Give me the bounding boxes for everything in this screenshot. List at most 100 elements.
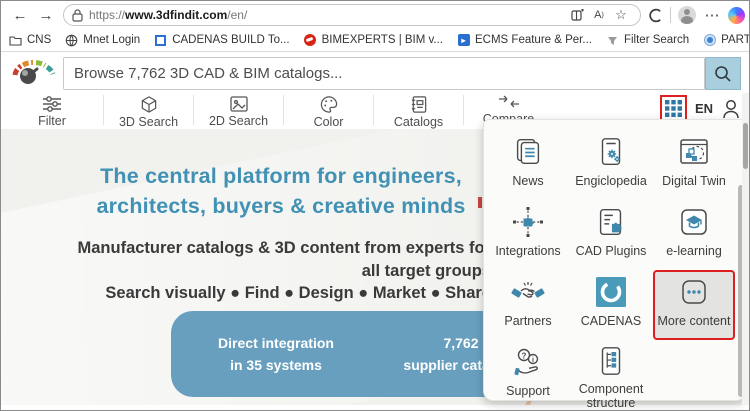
menu-item-support[interactable]: ?i Support [487,340,569,410]
bookmark-bimexperts[interactable]: BIMEXPERTS | BIM v... [304,34,443,47]
menu-item-elearning[interactable]: e-learning [653,200,735,270]
cad-plugins-icon [594,204,628,240]
cube-icon [139,95,159,114]
toolbar-item-catalogs[interactable]: Catalogs [374,93,463,129]
cadenas-logo-icon [593,274,629,310]
background-graphic-fragment [478,197,482,208]
toolbar-item-2d-search[interactable]: 2D Search [194,93,283,129]
apps-dropdown-menu: News Engiclopedia Digital Twin Integrati… [483,119,746,401]
search-icon [713,64,733,84]
menu-item-label: Integrations [495,244,560,258]
menu-item-cad-plugins[interactable]: CAD Plugins [570,200,652,270]
favorites-star-button[interactable]: ☆ [610,6,632,24]
forward-button[interactable]: → [33,4,59,26]
settings-more-button[interactable]: ⋯ [703,4,721,26]
menu-item-news[interactable]: News [487,130,569,200]
toolbar-item-3d-search[interactable]: 3D Search [104,93,193,129]
hero-tagline: Search visually ● Find ● Design ● Market… [71,284,491,303]
component-structure-icon [594,344,628,378]
divider [670,7,671,23]
url-text: https://www.3dfindit.com/en/ [89,8,566,22]
stats-box: Direct integration in 35 systems 7,762 s… [171,311,507,397]
integrations-icon [510,204,546,240]
news-icon [511,134,545,170]
partners-handshake-icon [509,274,547,310]
menu-item-label: More content [658,314,731,328]
toolbar-label: Catalogs [394,115,443,129]
blue-play-favicon: ▸ [457,34,470,47]
menu-item-cadenas[interactable]: CADENAS [570,270,652,340]
site-header [1,53,749,93]
menu-item-label: Component structure [570,382,652,410]
encyclopedia-icon [594,134,628,170]
palette-icon [319,95,339,114]
menu-item-label: Partners [504,314,551,328]
hero-title: The central platform for engineers, arch… [71,161,491,221]
svg-text:i: i [532,357,534,364]
toolbar-label: 2D Search [209,114,268,128]
elearning-icon [676,204,712,240]
toolbar-label: Color [314,115,344,129]
language-selector[interactable]: EN [695,101,713,116]
3dfindit-logo[interactable] [11,59,57,87]
compare-arrows-icon [497,95,521,111]
toolbar-label: 3D Search [119,115,178,129]
toolbar-item-color[interactable]: Color [284,93,373,129]
browser-toolbar: ← → https://www.3dfindit.com/en/ A) ☆ ⋯ [1,1,749,29]
apps-grid-button[interactable] [660,95,687,122]
split-screen-icon [571,9,584,22]
page-scrollbar-thumb[interactable] [743,123,748,169]
address-bar[interactable]: https://www.3dfindit.com/en/ A) ☆ [63,4,641,26]
catalog-book-icon [409,95,429,114]
split-screen-button[interactable] [566,6,588,24]
menu-item-label: Digital Twin [662,174,726,188]
bookmark-cns[interactable]: CNS [9,34,51,47]
menu-item-more-content[interactable]: More content [653,270,735,340]
bookmark-mnet-login[interactable]: Mnet Login [65,34,140,47]
menu-item-partners[interactable]: Partners [487,270,569,340]
menu-item-label: CAD Plugins [576,244,647,258]
image-icon [229,95,249,113]
funnel-icon [606,34,619,47]
menu-item-digital-twin[interactable]: Digital Twin [653,130,735,200]
menu-item-integrations[interactable]: Integrations [487,200,569,270]
browser-window: ← → https://www.3dfindit.com/en/ A) ☆ ⋯ [0,0,750,411]
hero-text-block: The central platform for engineers, arch… [71,161,491,303]
search-button[interactable] [705,57,741,90]
svg-text:?: ? [522,352,527,361]
toolbar-label: Filter [38,114,66,128]
back-button[interactable]: ← [7,4,33,26]
bookmark-ecms[interactable]: ▸ ECMS Feature & Per... [457,34,592,47]
apps-grid-icon [664,99,683,118]
menu-item-label: CADENAS [581,314,641,328]
blue-circle-favicon [703,34,716,47]
bookmark-filter-search[interactable]: Filter Search [606,34,689,47]
menu-item-label: Engiclopedia [575,174,647,188]
menu-item-label: Support [506,384,550,398]
red-circle-favicon [304,34,317,47]
browser-essentials-icon[interactable] [648,8,663,23]
toolbar-right-cluster: EN [660,95,741,122]
read-aloud-button[interactable]: A) [588,6,610,24]
stat-direct-integration: Direct integration in 35 systems [201,332,351,376]
menu-item-engiclopedia[interactable]: Engiclopedia [570,130,652,200]
menu-item-label: News [512,174,543,188]
support-icon: ?i [510,344,546,380]
menu-item-component-structure[interactable]: Component structure [570,340,652,410]
search-input[interactable] [63,57,705,90]
bookmark-partcommunity[interactable]: PARTcommunity Ad... [703,34,750,47]
copilot-icon[interactable] [728,7,745,24]
lock-icon [72,9,83,22]
chrome-right-cluster: ⋯ [648,3,745,27]
globe-icon [65,34,78,47]
user-account-icon[interactable] [721,98,741,120]
blue-square-favicon [154,34,167,47]
profile-avatar[interactable] [678,6,696,24]
bookmarks-bar: CNS Mnet Login CADENAS BUILD To... BIMEX… [1,29,749,52]
hero-subtitle: Manufacturer catalogs & 3D content from … [71,237,491,283]
filter-icon [41,95,63,113]
toolbar-item-filter[interactable]: Filter [1,93,103,129]
folder-icon [9,34,22,47]
digital-twin-icon [676,134,712,170]
bookmark-cadenas-build[interactable]: CADENAS BUILD To... [154,34,289,47]
